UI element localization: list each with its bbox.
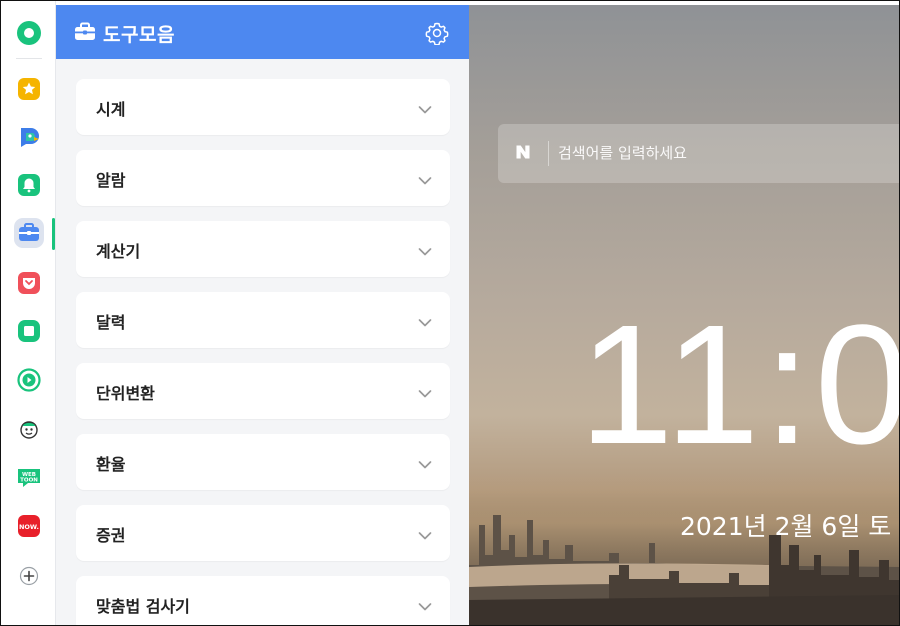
chevron-down-icon (418, 597, 432, 616)
tool-label: 시계 (96, 100, 126, 119)
tool-item-stocks[interactable]: 증권 (76, 505, 450, 561)
add-icon[interactable] (14, 561, 44, 591)
chevron-down-icon (418, 455, 432, 474)
webtoon-icon[interactable]: WEB TOON (14, 463, 44, 493)
tool-item-spell-checker[interactable]: 맞춤법 검사기 (76, 576, 450, 625)
tool-item-unit-converter[interactable]: 단위변환 (76, 363, 450, 419)
tool-label: 증권 (96, 526, 126, 545)
whale-home-icon[interactable] (14, 18, 44, 48)
tool-item-clock[interactable]: 시계 (76, 79, 450, 135)
browser-window: WEB TOON NOW. 도구모음 시계 알람 계산기 달력 단위변환 환율 … (0, 0, 900, 626)
memo-icon[interactable] (14, 316, 44, 346)
panel-header: 도구모음 (56, 5, 469, 59)
search-divider (548, 141, 549, 166)
tool-list: 시계 알람 계산기 달력 단위변환 환율 증권 맞춤법 검사기 (76, 79, 450, 625)
tool-item-calculator[interactable]: 계산기 (76, 221, 450, 277)
svg-text:NOW.: NOW. (19, 523, 39, 531)
favorites-star-icon[interactable] (14, 74, 44, 104)
active-indicator (52, 218, 55, 250)
pocket-icon[interactable] (14, 268, 44, 298)
search-box[interactable] (498, 124, 899, 183)
toolbox-panel: 도구모음 시계 알람 계산기 달력 단위변환 환율 증권 맞춤법 검사기 (56, 5, 469, 625)
tool-item-exchange-rate[interactable]: 환율 (76, 434, 450, 490)
chevron-down-icon (418, 313, 432, 332)
character-icon[interactable] (14, 414, 44, 444)
new-tab-background: 11:0 2021년 2월 6일 토 (469, 5, 900, 625)
chevron-down-icon (418, 384, 432, 403)
tool-item-alarm[interactable]: 알람 (76, 150, 450, 206)
tool-label: 단위변환 (96, 384, 155, 403)
toolbox-rail-icon[interactable] (14, 218, 44, 248)
tool-label: 맞춤법 검사기 (96, 597, 190, 616)
tool-label: 계산기 (96, 242, 141, 261)
clock-time: 11:0 (579, 290, 900, 480)
search-input[interactable] (558, 138, 898, 168)
naver-logo-icon (515, 144, 531, 164)
papago-icon[interactable] (14, 122, 44, 152)
chevron-down-icon (418, 100, 432, 119)
svg-text:TOON: TOON (20, 478, 38, 484)
panel-title: 도구모음 (103, 24, 175, 46)
tool-item-calendar[interactable]: 달력 (76, 292, 450, 348)
clock-date: 2021년 2월 6일 토 (680, 512, 892, 541)
tool-label: 환율 (96, 455, 126, 474)
tool-label: 알람 (96, 171, 126, 190)
alarm-bell-icon[interactable] (14, 170, 44, 200)
tool-label: 달력 (96, 313, 126, 332)
gear-icon[interactable] (425, 21, 449, 46)
toolbox-icon (74, 22, 96, 46)
now-icon[interactable]: NOW. (14, 511, 44, 541)
chevron-down-icon (418, 526, 432, 545)
rail-divider (16, 58, 42, 59)
sidebar-rail: WEB TOON NOW. (1, 1, 56, 625)
chevron-down-icon (418, 242, 432, 261)
play-icon[interactable] (14, 365, 44, 395)
chevron-down-icon (418, 171, 432, 190)
